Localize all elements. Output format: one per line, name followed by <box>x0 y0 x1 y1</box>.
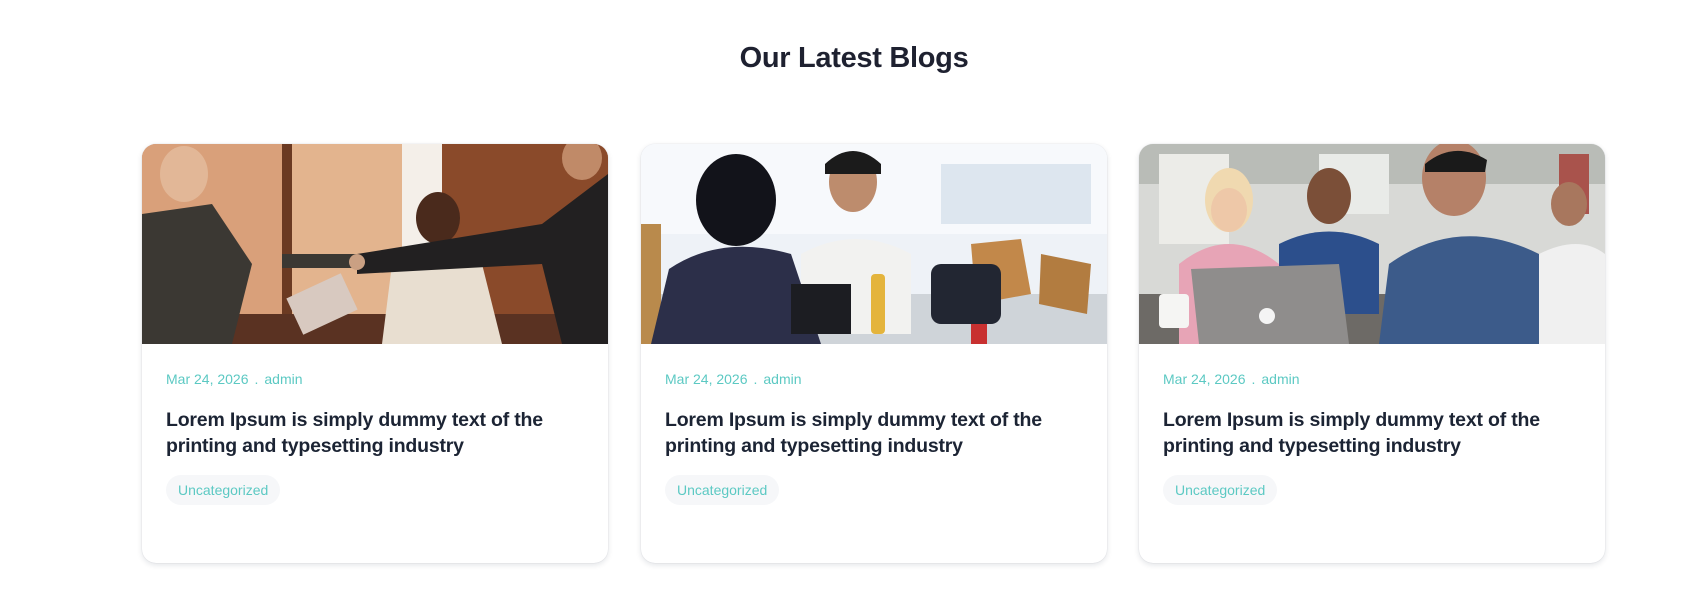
post-author[interactable]: admin <box>264 371 302 387</box>
section-title: Our Latest Blogs <box>739 42 969 74</box>
post-date[interactable]: Mar 24, 2026 <box>166 371 249 387</box>
meta-separator: . <box>753 371 758 387</box>
blog-card-image[interactable] <box>641 144 1107 344</box>
blog-card[interactable]: Mar 24, 2026. admin Lorem Ipsum is simply… <box>641 144 1107 563</box>
post-title[interactable]: Lorem Ipsum is simply dummy text of the … <box>665 407 1085 459</box>
post-title[interactable]: Lorem Ipsum is simply dummy text of the … <box>166 407 586 459</box>
meta-separator: . <box>1251 371 1256 387</box>
blog-card-image[interactable] <box>1139 144 1605 344</box>
category-tag[interactable]: Uncategorized <box>166 475 281 505</box>
post-title[interactable]: Lorem Ipsum is simply dummy text of the … <box>1163 407 1583 459</box>
blog-section: Our Latest Blogs Mar 24, 2026 . admin Lo… <box>0 0 1708 606</box>
category-tag[interactable]: Uncategorized <box>665 475 780 505</box>
blog-card-image[interactable] <box>142 144 608 344</box>
meta-separator: . <box>254 371 259 387</box>
post-meta: Mar 24, 2026. admin <box>166 371 303 387</box>
category-tag[interactable]: Uncategorized <box>1163 475 1278 505</box>
post-author[interactable]: admin <box>763 371 801 387</box>
post-date[interactable]: Mar 24, 2026 <box>1163 371 1246 387</box>
blog-card[interactable]: Mar 24, 2026. admin Lorem Ipsum is simply… <box>142 144 608 563</box>
post-author[interactable]: admin <box>1261 371 1299 387</box>
post-date[interactable]: Mar 24, 2026 <box>665 371 748 387</box>
blog-card[interactable]: Mar 24, 2026. admin Lorem Ipsum is simply… <box>1139 144 1605 563</box>
post-meta: Mar 24, 2026. admin <box>1163 371 1300 387</box>
post-meta: Mar 24, 2026. admin <box>665 371 802 387</box>
